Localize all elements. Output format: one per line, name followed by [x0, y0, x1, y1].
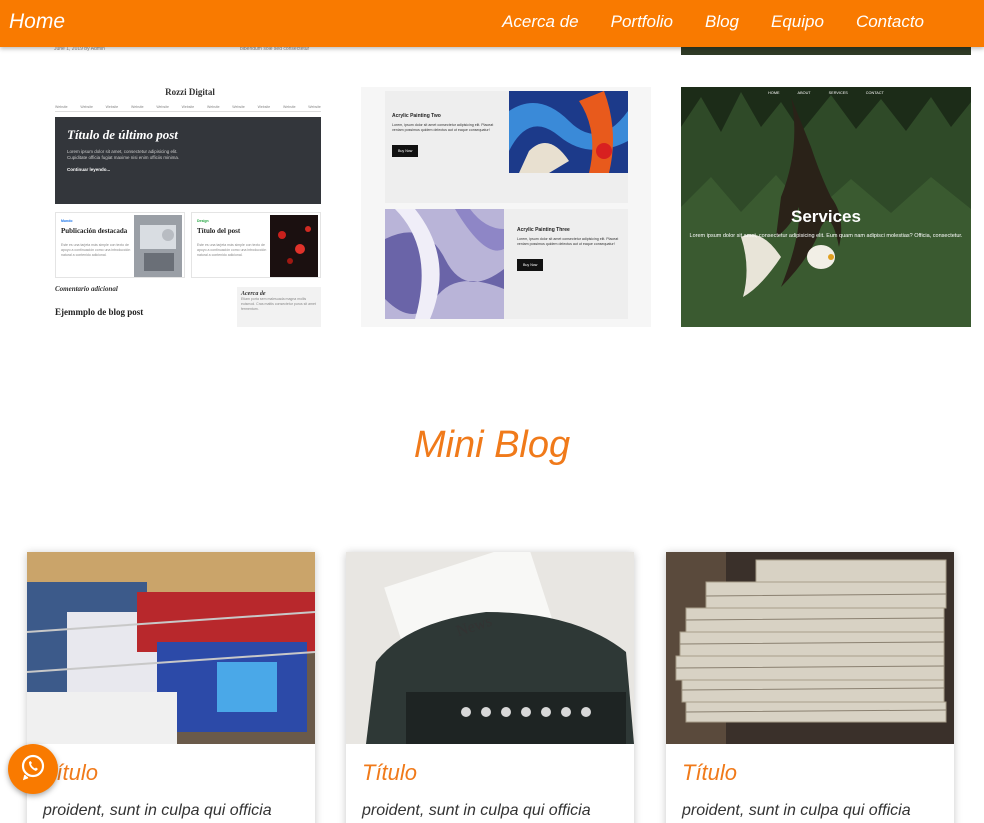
painting-two-info: Acrylic Painting Two Lorem, ipsum dolor …: [392, 113, 502, 157]
mock-nav-item: Website: [257, 105, 271, 109]
mock-nav-item: Website: [105, 105, 119, 109]
painting-three-title: Acrylic Painting Three: [517, 227, 570, 233]
painting-block-two: Acrylic Painting Two Lorem, ipsum dolor …: [385, 91, 628, 203]
mock-nav-item: Website: [308, 105, 321, 109]
nav-link-contact[interactable]: Contacto: [856, 12, 924, 32]
mock-hero-link: Continuar leyendo...: [67, 167, 111, 172]
mock-nav-item: Website: [156, 105, 169, 109]
card-image-typewriter: News: [346, 552, 634, 744]
painting-three-info: Acrylic Painting Three Lorem, ipsum dolo…: [517, 227, 627, 271]
mock-hero-text: Lorem ipsum dolor sit amet, consectetur …: [67, 149, 180, 160]
top-navbar: Home Acerca de Portfolio Blog Equipo Con…: [0, 0, 984, 47]
mock-card-featured: Mundo Publicación destacada Este es una …: [55, 212, 185, 278]
mock-card-post: Design Título del post Este es una tarje…: [191, 212, 321, 278]
painting-block-three: Acrylic Painting Three Lorem, ipsum dolo…: [385, 209, 628, 319]
blog-card-typewriter[interactable]: News Título proident, sunt in culpa qui …: [346, 552, 634, 823]
portfolio-item-blog[interactable]: Rozzi Digital Website Website Website We…: [45, 87, 335, 327]
brand-home-link[interactable]: Home: [9, 10, 65, 34]
services-mock-title: Services: [791, 207, 861, 226]
mock-card-category: Design: [197, 219, 209, 223]
mock-nav-item: Website: [232, 105, 245, 109]
mock-nav-item: Website: [130, 105, 144, 109]
mock-sidebar: Acerca de Etiam porta sem malesuada magn…: [237, 287, 321, 327]
prev-tile-image: [681, 46, 971, 55]
mock-nav-item: Website: [80, 105, 93, 109]
previous-portfolio-row: June 1, 2019 by Admin bibendum sole sed …: [0, 46, 984, 56]
mini-blog-heading: Mini Blog: [413, 424, 571, 466]
mock-sidebar-text: Etiam porta sem malesuada magna mollis e…: [241, 297, 316, 311]
card-text: proident, sunt in culpa qui officia: [43, 802, 272, 819]
mock-post-title: Ejemmplo de blog post: [55, 307, 144, 317]
mock-card-category: Mundo: [61, 219, 73, 223]
mock-card-text: Este es una tarjeta más simple con texto…: [197, 243, 267, 257]
blog-card-magazines[interactable]: Título proident, sunt in culpa qui offic…: [27, 552, 315, 823]
mock-card-title: Publicación destacada: [61, 227, 128, 235]
painting-two-image: [509, 91, 628, 173]
portfolio-item-paintings[interactable]: Acrylic Painting Two Lorem, ipsum dolor …: [361, 87, 651, 327]
painting-two-title: Acrylic Painting Two: [392, 113, 441, 119]
mock-card-image: [134, 215, 182, 277]
nav-links: Acerca de Portfolio Blog Equipo Contacto: [502, 12, 924, 32]
card-image-newspapers: [666, 552, 954, 744]
card-title: Título: [682, 760, 738, 785]
mock-card-image: [270, 215, 318, 277]
nav-link-blog[interactable]: Blog: [705, 12, 739, 32]
mock-nav-item: Website: [181, 105, 195, 109]
card-title: Título: [362, 760, 418, 785]
whatsapp-icon: [19, 753, 47, 786]
mock-hero-title: Título de último post: [67, 127, 178, 142]
blog-card-newspapers[interactable]: Título proident, sunt in culpa qui offic…: [666, 552, 954, 823]
mock-hero: Título de último post Lorem ipsum dolor …: [55, 117, 321, 204]
painting-three-buy-button: Buy Now: [517, 259, 544, 271]
card-image-magazines: [27, 552, 315, 744]
prev-tile-meta: June 1, 2019 by Admin: [54, 46, 105, 52]
card-text: proident, sunt in culpa qui officia: [362, 802, 591, 819]
portfolio-item-services[interactable]: HOME ABOUT SERVICES CONTACT Services Lor…: [681, 87, 971, 327]
services-nav-item: CONTACT: [865, 91, 884, 95]
mock-card-title: Título del post: [197, 227, 241, 235]
page: June 1, 2019 by Admin bibendum sole sed …: [0, 0, 984, 823]
mock-nav-item: Website: [206, 105, 220, 109]
mock-logo: Rozzi Digital: [165, 87, 215, 97]
painting-two-text: Lorem, ipsum dolor sit amet consectetur …: [392, 123, 494, 132]
services-nav-item: ABOUT: [797, 91, 811, 95]
whatsapp-button[interactable]: [8, 744, 58, 794]
services-nav-item: SERVICES: [828, 91, 848, 95]
nav-link-about[interactable]: Acerca de: [502, 12, 579, 32]
painting-three-text: Lorem, ipsum dolor sit amet consectetur …: [517, 237, 619, 246]
nav-link-portfolio[interactable]: Portfolio: [611, 12, 673, 32]
prev-tile-meta-2: bibendum sole sed consectetur: [240, 46, 310, 52]
services-mock-text: Lorem ipsum dolor sit amet, consectetur …: [689, 233, 963, 239]
nav-link-team[interactable]: Equipo: [771, 12, 824, 32]
services-mock-nav: HOME ABOUT SERVICES CONTACT: [681, 91, 971, 95]
mock-nav-item: Website: [282, 105, 296, 109]
mock-nav: Website Website Website Website Website …: [55, 105, 321, 112]
services-nav-item: HOME: [768, 91, 780, 95]
mock-nav-item: Website: [55, 105, 68, 109]
mock-card-text: Este es una tarjeta más simple con texto…: [61, 243, 131, 257]
painting-three-image: [385, 209, 504, 319]
mock-subheading: Comentario adicional: [55, 285, 118, 293]
painting-two-buy-button: Buy Now: [392, 145, 419, 157]
card-text: proident, sunt in culpa qui officia: [682, 802, 911, 819]
